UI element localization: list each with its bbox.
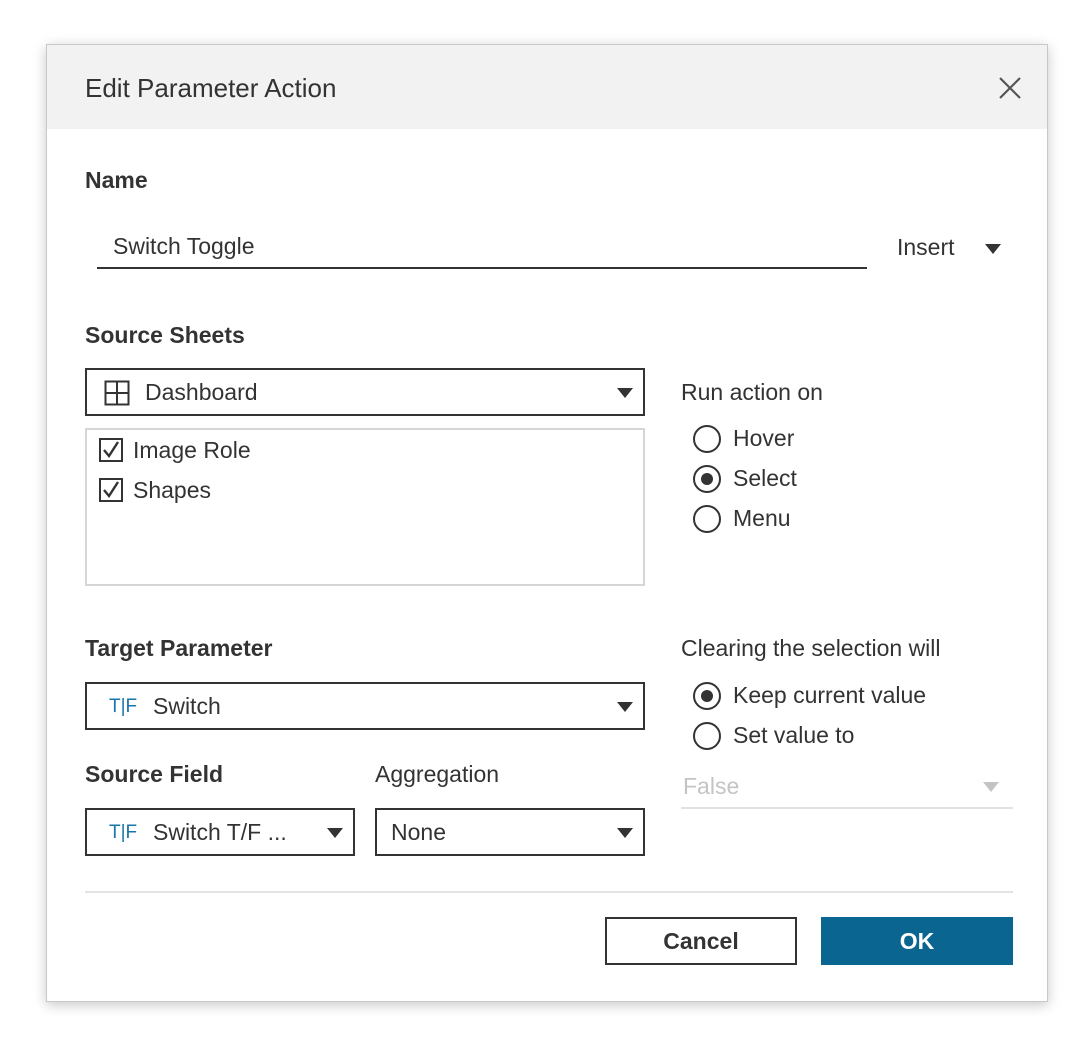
check-icon [103, 481, 120, 499]
chevron-down-icon [617, 388, 633, 398]
type-icon-right: F [125, 822, 138, 843]
dialog-title: Edit Parameter Action [85, 73, 337, 103]
source-sheets-label: Source Sheets [85, 322, 245, 348]
radio-dot-icon [701, 473, 713, 485]
boolean-type-icon: T|F [109, 822, 138, 843]
insert-label: Insert [897, 234, 955, 260]
source-sheets-list: Image Role Shapes [85, 428, 645, 586]
radio-label: Keep current value [733, 682, 927, 708]
target-parameter-dropdown[interactable]: T|F Switch [85, 682, 645, 730]
aggregation-label: Aggregation [375, 761, 500, 787]
target-parameter-label: Target Parameter [85, 635, 273, 661]
target-parameter-value: Switch [153, 693, 221, 719]
run-action-label: Run action on [681, 379, 823, 405]
checkbox-checked[interactable] [99, 438, 123, 462]
sheet-item-label: Image Role [133, 437, 251, 463]
radio-dot-icon [701, 690, 713, 702]
ok-button[interactable]: OK [821, 917, 1013, 965]
checkbox-checked[interactable] [99, 478, 123, 502]
radio-label: Select [733, 465, 797, 491]
edit-parameter-action-dialog: Edit Parameter Action Name Insert Source… [46, 44, 1048, 1002]
chevron-down-icon [617, 828, 633, 838]
radio-button[interactable] [693, 722, 721, 750]
set-value-dropdown: False [681, 767, 1013, 809]
radio-button-selected[interactable] [693, 465, 721, 493]
source-field-dropdown[interactable]: T|F Switch T/F ... [85, 808, 355, 856]
name-input[interactable] [97, 225, 867, 269]
source-field-label: Source Field [85, 761, 224, 787]
aggregation-dropdown[interactable]: None [375, 808, 645, 856]
dialog-titlebar: Edit Parameter Action [47, 45, 1047, 129]
name-label: Name [85, 167, 148, 193]
source-sheets-value: Dashboard [145, 379, 258, 405]
clearing-label: Clearing the selection will [681, 635, 941, 661]
chevron-down-icon [985, 244, 1001, 254]
sheet-item-label: Shapes [133, 477, 212, 503]
type-icon-left: T [109, 822, 121, 843]
dashboard-grid-icon [104, 380, 130, 406]
chevron-down-icon [327, 828, 343, 838]
source-sheets-dropdown[interactable]: Dashboard [85, 368, 645, 416]
close-icon[interactable] [995, 73, 1025, 103]
check-icon [103, 441, 120, 459]
type-icon-right: F [125, 696, 138, 717]
radio-label: Set value to [733, 722, 855, 748]
boolean-type-icon: T|F [109, 696, 138, 717]
footer-divider [85, 891, 1013, 893]
set-value-value: False [683, 773, 740, 799]
type-icon-left: T [109, 696, 121, 717]
aggregation-value: None [391, 819, 446, 845]
radio-label: Hover [733, 425, 795, 451]
radio-button[interactable] [693, 425, 721, 453]
radio-button[interactable] [693, 505, 721, 533]
chevron-down-icon [617, 702, 633, 712]
radio-label: Menu [733, 505, 791, 531]
source-field-value: Switch T/F ... [153, 819, 287, 845]
chevron-down-icon [983, 782, 999, 792]
insert-dropdown-button[interactable]: Insert [895, 231, 1005, 267]
radio-button-selected[interactable] [693, 682, 721, 710]
cancel-button[interactable]: Cancel [605, 917, 797, 965]
